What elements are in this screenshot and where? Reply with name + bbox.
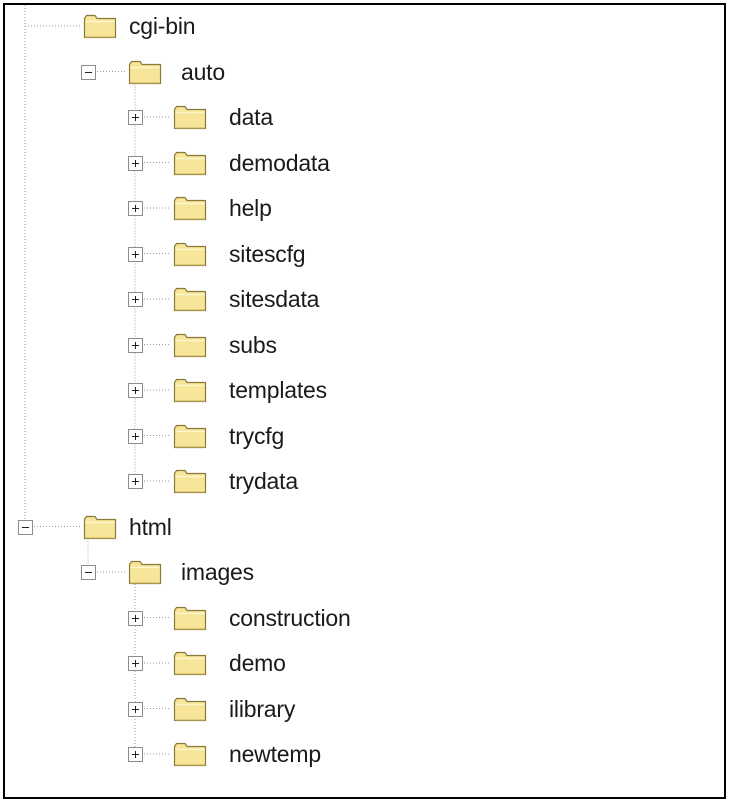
tree-item-label: images (181, 559, 254, 585)
tree-item-label: cgi-bin (129, 13, 196, 39)
folder-icon (128, 60, 162, 84)
tree-item-cgi-bin[interactable]: cgi-bin (5, 8, 705, 44)
folder-icon (173, 378, 207, 403)
tree-item-label: newtemp (229, 741, 321, 767)
folder-icon (173, 651, 207, 676)
tree-item-sitesdata[interactable]: sitesdata (5, 281, 705, 317)
expand-toggle-icon[interactable] (128, 428, 143, 444)
expand-toggle-icon[interactable] (128, 246, 143, 262)
expand-toggle-icon[interactable] (128, 155, 143, 171)
expand-toggle-icon[interactable] (128, 110, 143, 125)
folder-icon (173, 105, 207, 130)
tree-item-data[interactable]: data (5, 99, 705, 135)
folder-icon (173, 697, 207, 721)
tree-item-label: data (229, 104, 273, 130)
folder-icon (173, 242, 207, 266)
folder-icon (173, 424, 207, 448)
tree-item-label: sitescfg (229, 240, 306, 267)
expand-toggle-icon[interactable] (128, 747, 143, 762)
folder-icon (173, 469, 207, 494)
collapse-toggle-icon[interactable] (18, 519, 33, 535)
tree-item-label: help (229, 195, 272, 221)
folder-icon (83, 14, 117, 39)
expand-toggle-icon[interactable] (128, 474, 143, 489)
tree-item-label: construction (229, 604, 351, 631)
folder-tree: cgi-bin auto data demodata help sitescfg sites… (5, 5, 724, 797)
tree-item-subs[interactable]: subs (5, 327, 705, 363)
expand-toggle-icon[interactable] (128, 292, 143, 307)
tree-item-label: demodata (229, 149, 330, 176)
folder-icon (128, 560, 162, 585)
tree-item-trycfg[interactable]: trycfg (5, 418, 705, 454)
collapse-toggle-icon[interactable] (81, 64, 96, 80)
tree-item-label: subs (229, 331, 277, 358)
tree-item-demo[interactable]: demo (5, 645, 705, 681)
tree-item-trydata[interactable]: trydata (5, 463, 705, 499)
expand-toggle-icon[interactable] (128, 337, 143, 353)
tree-item-label: trycfg (229, 422, 285, 449)
tree-item-construction[interactable]: construction (5, 600, 705, 636)
tree-item-label: auto (181, 58, 225, 85)
tree-item-newtemp[interactable]: newtemp (5, 736, 705, 772)
tree-item-templates[interactable]: templates (5, 372, 705, 408)
tree-item-help[interactable]: help (5, 190, 705, 226)
tree-item-label: trydata (229, 468, 298, 494)
tree-item-sitescfg[interactable]: sitescfg (5, 236, 705, 272)
expand-toggle-icon[interactable] (128, 383, 143, 398)
folder-icon (173, 151, 207, 175)
tree-item-label: ilibrary (229, 695, 296, 722)
expand-toggle-icon[interactable] (128, 701, 143, 717)
expand-toggle-icon[interactable] (128, 656, 143, 671)
tree-item-ilibrary[interactable]: ilibrary (5, 691, 705, 727)
expand-toggle-icon[interactable] (128, 201, 143, 216)
tree-item-demodata[interactable]: demodata (5, 145, 705, 181)
tree-item-label: html (129, 513, 172, 540)
collapse-toggle-icon[interactable] (81, 565, 96, 580)
expand-toggle-icon[interactable] (128, 610, 143, 626)
tree-item-images[interactable]: images (5, 554, 705, 590)
folder-icon (83, 515, 117, 539)
folder-icon (173, 333, 207, 357)
tree-item-html[interactable]: html (5, 509, 705, 545)
folder-icon (173, 742, 207, 767)
folder-icon (173, 196, 207, 221)
tree-item-label: demo (229, 650, 286, 676)
folder-tree-panel: cgi-bin auto data demodata help sitescfg sites… (3, 3, 726, 799)
tree-item-label: templates (229, 377, 327, 403)
folder-icon (173, 287, 207, 312)
tree-item-auto[interactable]: auto (5, 54, 705, 90)
tree-item-label: sitesdata (229, 286, 320, 312)
folder-icon (173, 606, 207, 630)
